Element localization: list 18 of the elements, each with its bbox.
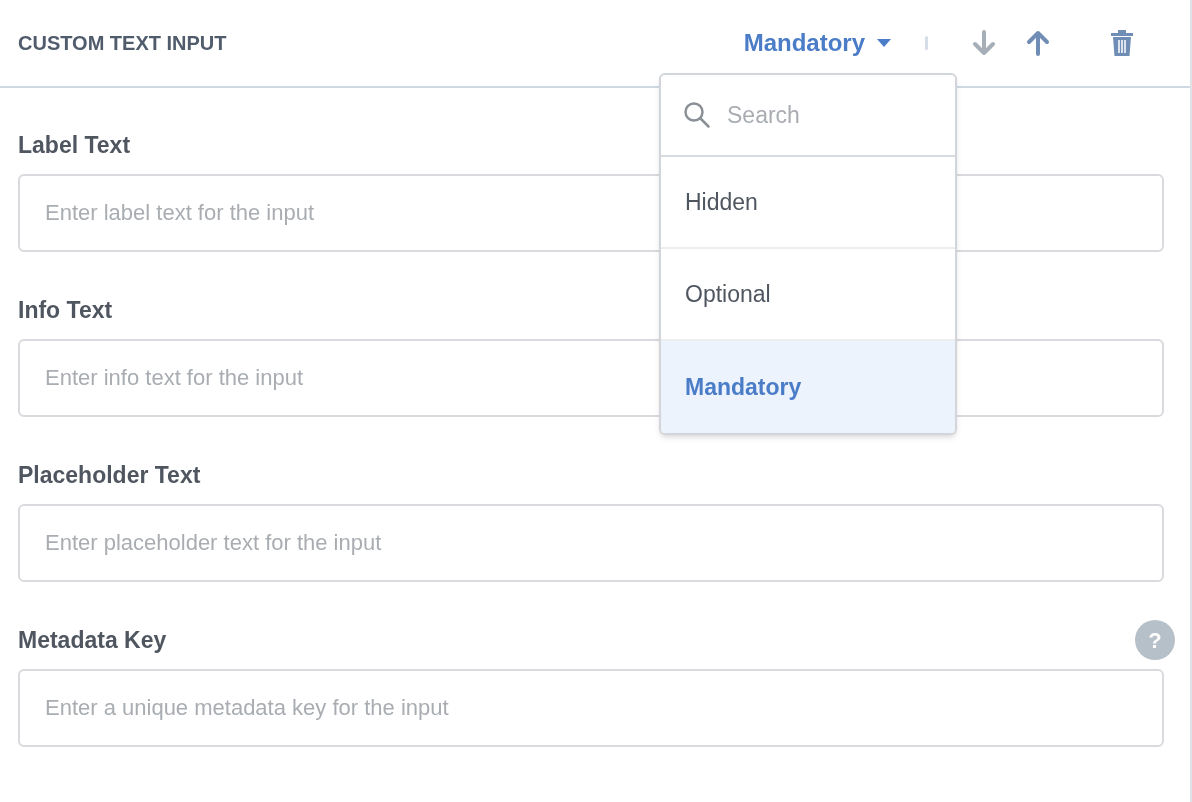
field-label: Label Text	[18, 130, 131, 160]
dropdown-option[interactable]: Hidden	[661, 157, 955, 249]
move-up-button[interactable]	[1024, 29, 1052, 57]
requirement-dropdown[interactable]: Mandatory	[743, 25, 891, 61]
arrow-up-icon	[1026, 30, 1050, 56]
caret-icon	[877, 39, 891, 47]
field-label: Placeholder Text	[18, 460, 201, 490]
field-label: Info Text	[18, 295, 113, 325]
arrow-down-icon	[972, 30, 996, 56]
dropdown-option[interactable]: Mandatory	[661, 341, 955, 433]
field-label: Metadata Key	[18, 625, 167, 655]
trash-icon	[1110, 29, 1134, 57]
delete-button[interactable]	[1108, 28, 1136, 58]
text-field[interactable]: Enter placeholder text for the input	[18, 504, 1164, 582]
search-icon	[683, 101, 711, 129]
section-title: CUSTOM TEXT INPUT	[18, 31, 227, 56]
text-field[interactable]: Enter a unique metadata key for the input	[18, 669, 1164, 747]
search-field[interactable]: Search	[727, 97, 907, 133]
